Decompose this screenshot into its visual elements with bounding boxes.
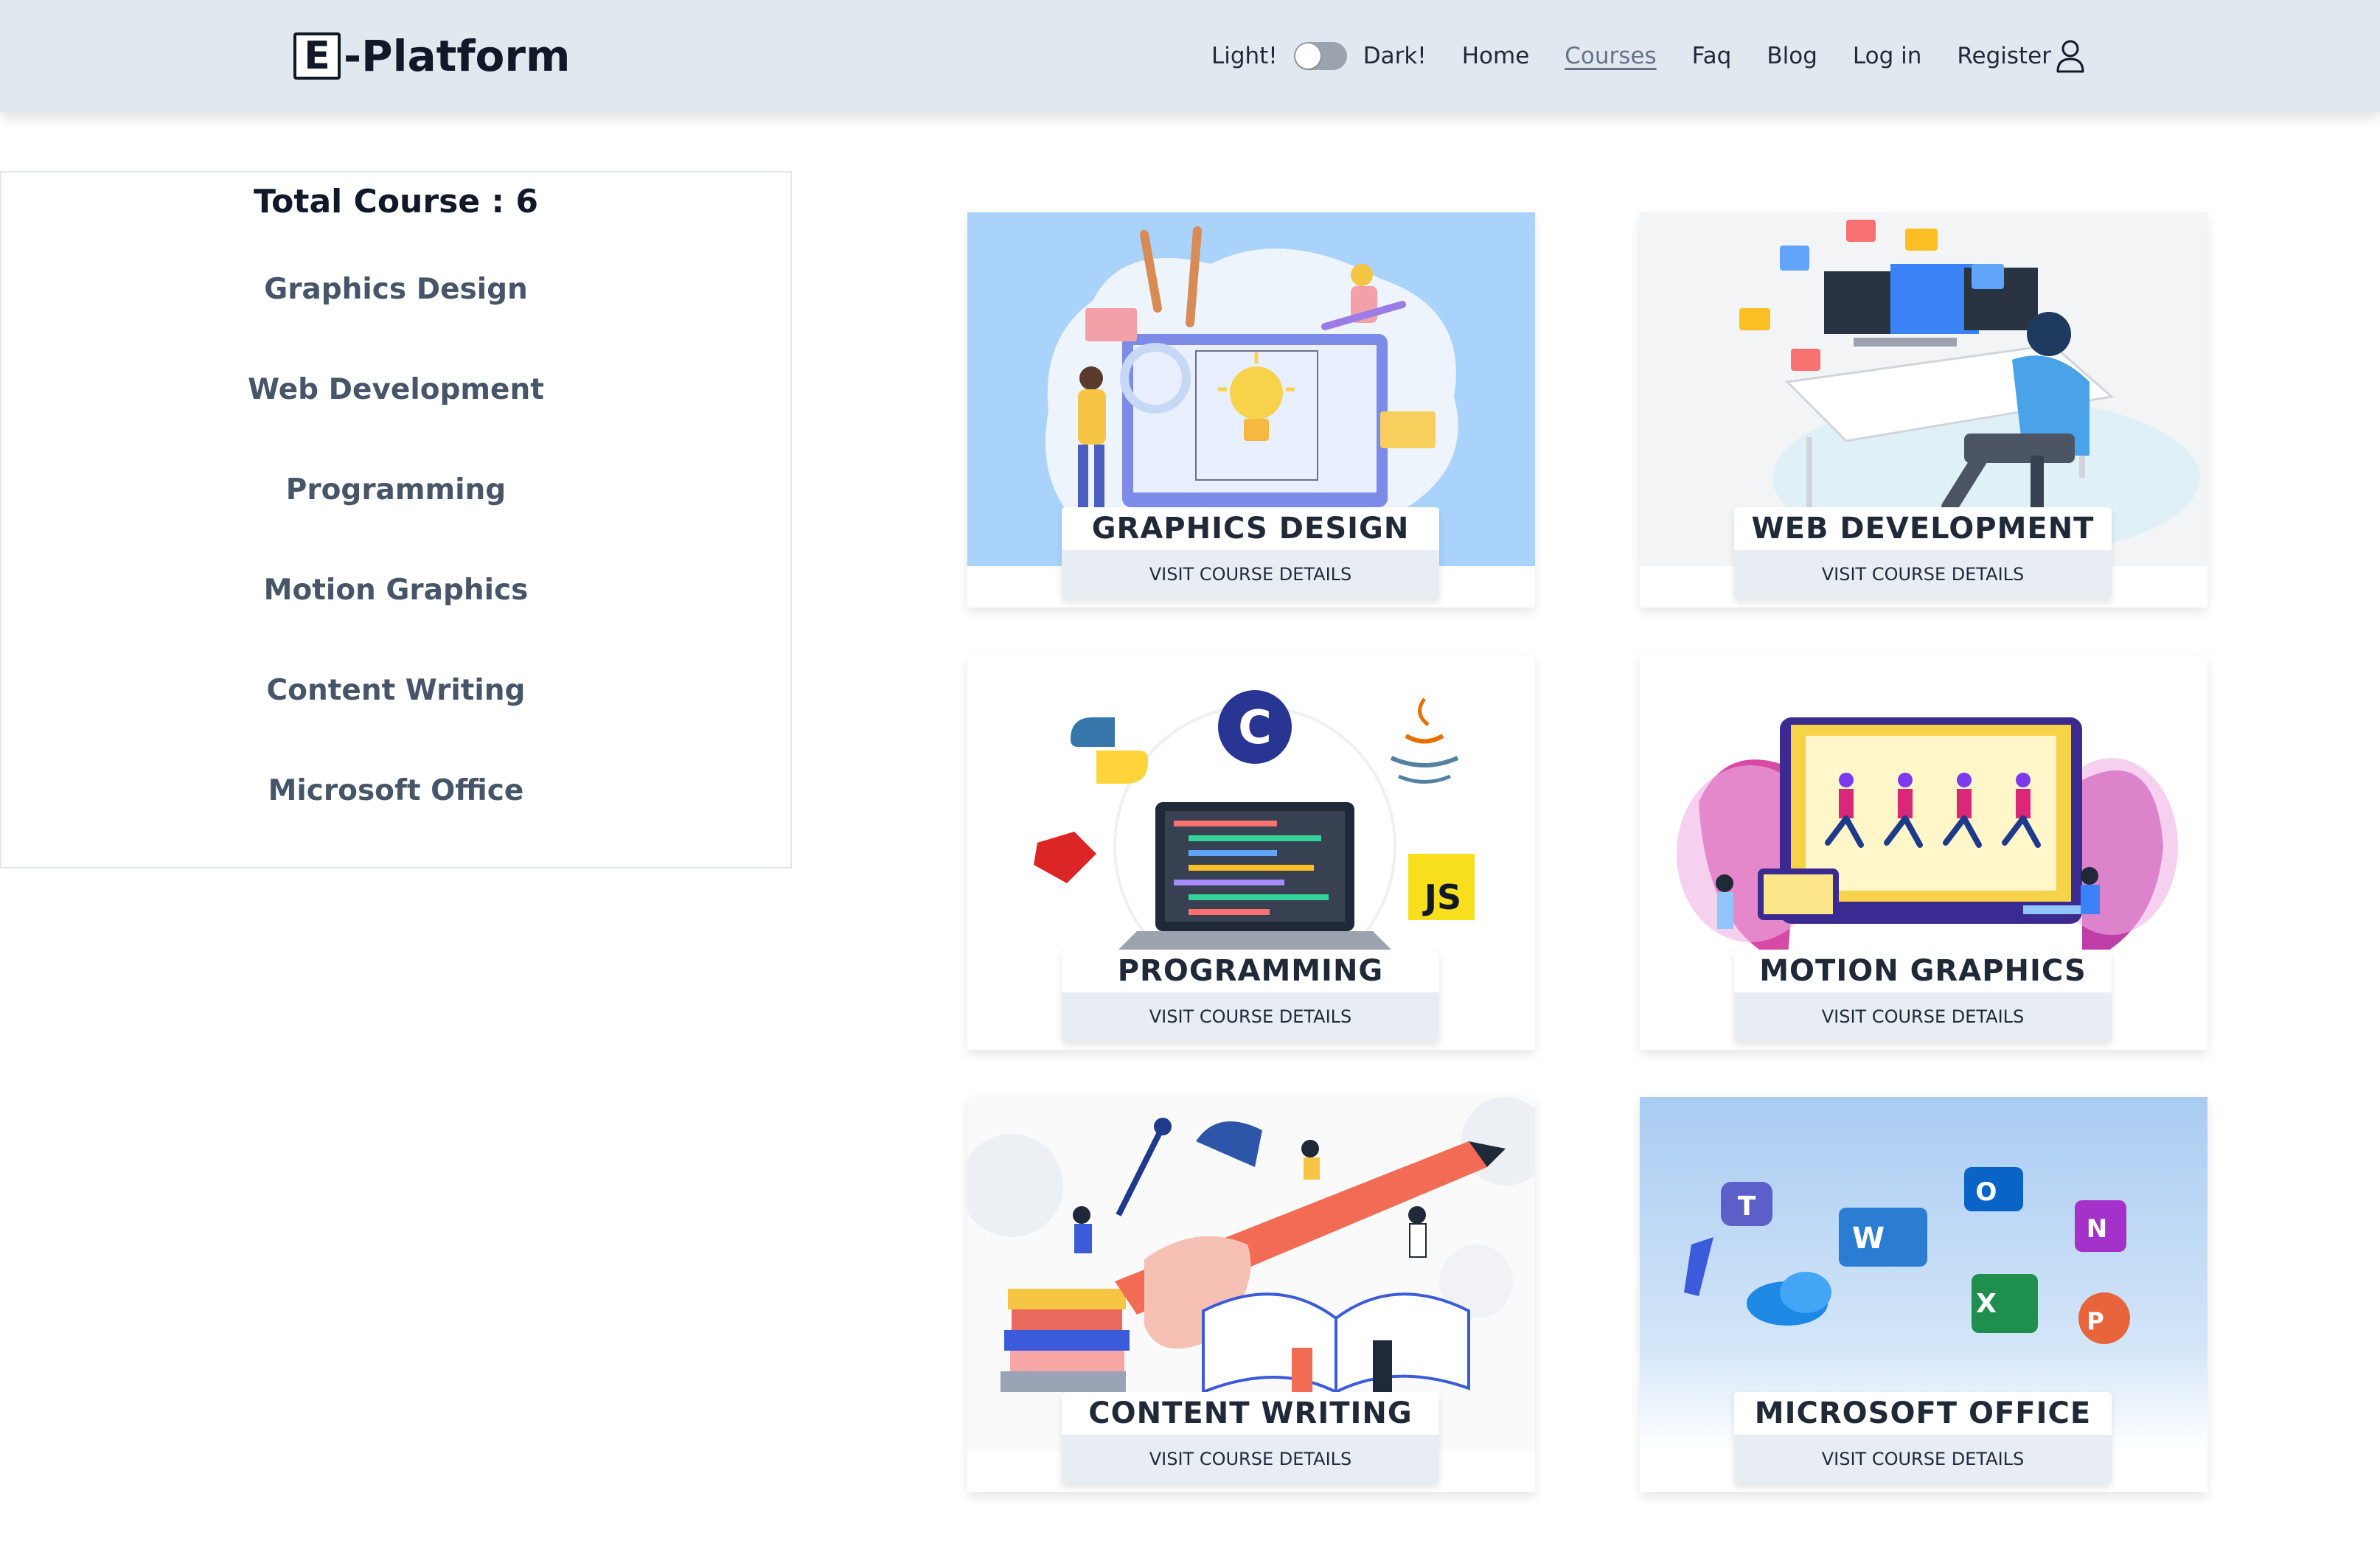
- course-card-plate: PROGRAMMING VISIT COURSE DETAILS: [1062, 950, 1439, 1041]
- nav-links: Light! Dark! Home Courses Faq Blog Log i…: [1211, 34, 2085, 78]
- visit-course-details-button[interactable]: VISIT COURSE DETAILS: [1734, 992, 2112, 1041]
- nav-login-link[interactable]: Log in: [1853, 43, 1921, 69]
- course-card-plate: CONTENT WRITING VISIT COURSE DETAILS: [1062, 1392, 1439, 1483]
- total-course-count: Total Course : 6: [254, 183, 538, 220]
- sidebar-item-graphics-design[interactable]: Graphics Design: [1, 273, 790, 306]
- course-title: WEB DEVELOPMENT: [1751, 512, 2095, 546]
- course-title: PROGRAMMING: [1117, 954, 1384, 988]
- svg-text:T: T: [1738, 1191, 1756, 1222]
- course-card-plate: MOTION GRAPHICS VISIT COURSE DETAILS: [1734, 950, 2112, 1041]
- visit-course-details-button[interactable]: VISIT COURSE DETAILS: [1734, 1435, 2112, 1483]
- course-title: GRAPHICS DESIGN: [1091, 512, 1410, 546]
- course-card-plate: MICROSOFT OFFICE VISIT COURSE DETAILS: [1734, 1392, 2112, 1483]
- visit-course-details-button[interactable]: VISIT COURSE DETAILS: [1062, 550, 1439, 599]
- nav-faq-link[interactable]: Faq: [1692, 43, 1732, 69]
- theme-dark-label: Dark!: [1363, 43, 1427, 69]
- sidebar-item-motion-graphics[interactable]: Motion Graphics: [1, 574, 790, 607]
- visit-course-details-button[interactable]: VISIT COURSE DETAILS: [1734, 550, 2112, 599]
- course-card-programming[interactable]: C JS PROGRAMMING VISIT COURSE DETAILS: [967, 655, 1535, 1050]
- course-title: CONTENT WRITING: [1088, 1396, 1413, 1430]
- brand-logo[interactable]: E -Platform: [293, 28, 570, 84]
- nav-register-label: Register: [1957, 43, 2051, 69]
- nav-blog-link[interactable]: Blog: [1767, 43, 1817, 69]
- course-card-content-writing[interactable]: CONTENT WRITING VISIT COURSE DETAILS: [967, 1097, 1535, 1492]
- theme-toggle-knob: [1295, 43, 1321, 69]
- course-title: MOTION GRAPHICS: [1759, 954, 2087, 988]
- brand-name: -Platform: [344, 31, 571, 81]
- nav-home-link[interactable]: Home: [1462, 43, 1530, 69]
- course-card-plate: WEB DEVELOPMENT VISIT COURSE DETAILS: [1734, 507, 2112, 599]
- course-card-microsoft-office[interactable]: T W O N X P MICROSOFT OFFICE VISIT COURS…: [1640, 1097, 2207, 1492]
- svg-text:C: C: [1238, 700, 1272, 754]
- visit-course-details-button[interactable]: VISIT COURSE DETAILS: [1062, 992, 1439, 1041]
- course-title: MICROSOFT OFFICE: [1754, 1396, 2092, 1430]
- nav-courses-link[interactable]: Courses: [1565, 43, 1656, 69]
- svg-text:O: O: [1976, 1177, 1997, 1207]
- theme-light-label: Light!: [1211, 43, 1278, 69]
- sidebar-item-microsoft-office[interactable]: Microsoft Office: [1, 774, 790, 807]
- navbar: E -Platform Light! Dark! Home Courses Fa…: [0, 0, 2380, 112]
- sidebar-item-programming[interactable]: Programming: [1, 473, 790, 507]
- course-sidebar: Total Course : 6 Graphics Design Web Dev…: [0, 171, 792, 868]
- visit-course-details-button[interactable]: VISIT COURSE DETAILS: [1062, 1435, 1439, 1483]
- svg-text:P: P: [2087, 1307, 2104, 1335]
- course-card-plate: GRAPHICS DESIGN VISIT COURSE DETAILS: [1062, 507, 1439, 599]
- sidebar-item-web-development[interactable]: Web Development: [1, 373, 790, 406]
- nav-register-link[interactable]: Register: [1957, 39, 2085, 73]
- brand-e-icon: E: [293, 32, 341, 80]
- svg-text:JS: JS: [1422, 877, 1461, 917]
- theme-toggle[interactable]: [1293, 42, 1347, 70]
- svg-text:W: W: [1852, 1222, 1885, 1256]
- svg-text:X: X: [1976, 1289, 1997, 1319]
- svg-text:N: N: [2087, 1214, 2107, 1244]
- user-icon: [2056, 40, 2084, 73]
- course-card-web-development[interactable]: WEB DEVELOPMENT VISIT COURSE DETAILS: [1640, 212, 2207, 608]
- course-card-graphics-design[interactable]: GRAPHICS DESIGN VISIT COURSE DETAILS: [967, 212, 1535, 608]
- sidebar-item-content-writing[interactable]: Content Writing: [1, 674, 790, 707]
- course-card-motion-graphics[interactable]: MOTION GRAPHICS VISIT COURSE DETAILS: [1640, 655, 2207, 1050]
